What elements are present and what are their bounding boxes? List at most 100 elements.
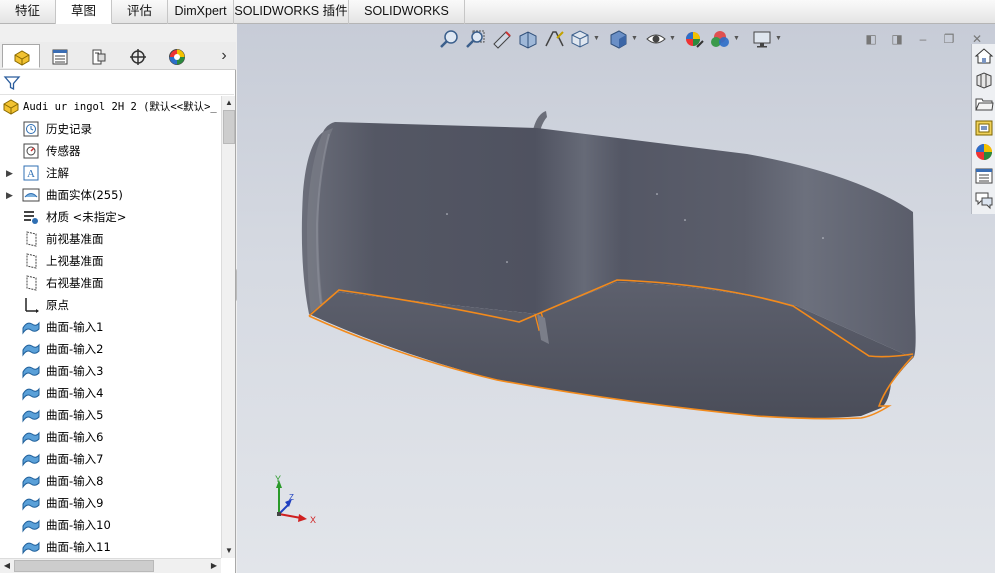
surface-bodies-icon <box>22 187 40 203</box>
feature-manager-panel: › Audi ur ingol 2H 2 (默认<<默认>_ 历史记录 传感器 ▶ A… <box>0 42 236 573</box>
tree-item[interactable]: 曲面-输入9 <box>0 492 220 514</box>
tree-item[interactable]: 曲面-输入6 <box>0 426 220 448</box>
filter-icon[interactable] <box>3 74 21 92</box>
tree-root-label: Audi ur ingol 2H 2 (默认<<默认>_ <box>23 101 217 113</box>
configuration-manager-tab[interactable] <box>79 44 117 68</box>
sensor-icon <box>22 143 40 159</box>
triad-z-label: Z <box>289 493 294 502</box>
feature-tree: Audi ur ingol 2H 2 (默认<<默认>_ 历史记录传感器 ▶ A 注解… <box>0 96 220 558</box>
plane-icon <box>22 253 40 269</box>
tab-features[interactable]: 特征 <box>0 0 56 24</box>
tree-item-label: 材质 <未指定> <box>46 210 127 224</box>
tree-item[interactable]: 曲面-输入2 <box>0 338 220 360</box>
tree-item-label: 历史记录 <box>46 122 92 136</box>
imported-surface-icon <box>22 473 40 489</box>
imported-surface-icon <box>22 319 40 335</box>
imported-surface-icon <box>22 495 40 511</box>
scroll-left-arrow-icon[interactable]: ◀ <box>0 559 14 573</box>
tree-item-label: 注解 <box>46 166 69 180</box>
tree-item[interactable]: 曲面-输入8 <box>0 470 220 492</box>
imported-surface-icon <box>22 407 40 423</box>
plane-icon <box>22 275 40 291</box>
tree-item[interactable]: 前视基准面 <box>0 228 220 250</box>
tree-item[interactable]: 传感器 <box>0 140 220 162</box>
tree-item-label: 曲面-输入10 <box>46 518 111 532</box>
scroll-down-arrow-icon[interactable]: ▼ <box>222 544 236 558</box>
panel-more-arrow[interactable]: › <box>216 46 232 66</box>
tree-item-label: 曲面-输入2 <box>46 342 104 356</box>
appearances-icon[interactable] <box>974 142 994 162</box>
expand-arrow-icon[interactable]: ▶ <box>6 162 14 184</box>
svg-text:A: A <box>27 168 35 180</box>
tree-item-label: 曲面-输入4 <box>46 386 104 400</box>
dimxpert-manager-icon <box>130 49 146 65</box>
property-manager-tab[interactable] <box>40 44 78 68</box>
task-pane <box>971 44 995 214</box>
display-manager-icon <box>169 49 185 65</box>
imported-surface-icon <box>22 517 40 533</box>
tree-item[interactable]: 曲面-输入4 <box>0 382 220 404</box>
dimxpert-manager-tab[interactable] <box>118 44 156 68</box>
panel-tab-bar: › <box>0 42 236 70</box>
horizontal-scroll-thumb[interactable] <box>14 560 154 572</box>
scroll-right-arrow-icon[interactable]: ▶ <box>207 559 221 573</box>
tree-item[interactable]: ▶ 曲面实体(255) <box>0 184 220 206</box>
history-icon <box>22 121 40 137</box>
model-bumper-surfaces[interactable] <box>237 24 995 573</box>
tree-item-label: 曲面-输入1 <box>46 320 104 334</box>
tree-item-label: 曲面-输入9 <box>46 496 104 510</box>
tree-item[interactable]: 曲面-输入11 <box>0 536 220 558</box>
view-palette-icon[interactable] <box>974 118 994 138</box>
tree-item-label: 曲面-输入6 <box>46 430 104 444</box>
tree-item[interactable]: ▶ A 注解 <box>0 162 220 184</box>
tree-item[interactable]: 曲面-输入5 <box>0 404 220 426</box>
tree-vertical-scrollbar[interactable]: ▲ ▼ <box>221 96 235 558</box>
tab-sketch[interactable]: 草图 <box>56 0 112 24</box>
tree-item-label: 右视基准面 <box>46 276 104 290</box>
tree-item[interactable]: 历史记录 <box>0 118 220 140</box>
scroll-up-arrow-icon[interactable]: ▲ <box>222 96 236 110</box>
tab-dimxpert[interactable]: DimXpert <box>168 0 234 24</box>
part-icon <box>2 99 20 115</box>
tree-item[interactable]: 原点 <box>0 294 220 316</box>
tree-filter-row[interactable] <box>0 71 234 95</box>
tree-horizontal-scrollbar[interactable]: ◀ ▶ <box>0 558 221 573</box>
tree-item[interactable]: 曲面-输入1 <box>0 316 220 338</box>
tab-solidworks-addins[interactable]: SOLIDWORKS 插件 <box>234 0 349 24</box>
tree-item-label: 传感器 <box>46 144 81 158</box>
file-explorer-icon[interactable] <box>974 94 994 114</box>
scroll-thumb[interactable] <box>223 110 235 144</box>
tab-evaluate[interactable]: 评估 <box>112 0 168 24</box>
display-manager-tab[interactable] <box>157 44 195 68</box>
plane-icon <box>22 231 40 247</box>
feature-manager-tab[interactable] <box>2 44 40 68</box>
configuration-manager-icon <box>92 49 106 65</box>
tree-item-label: 原点 <box>46 298 69 312</box>
tree-item-label: 曲面-输入11 <box>46 540 111 554</box>
parts-library-icon[interactable] <box>974 70 994 90</box>
graphics-area[interactable]: ▼ ▼ ▼ ▼ ▼ ◧ ◨ – ❐ ✕ Y X Z <box>237 24 995 573</box>
annotation-icon: A <box>22 165 40 181</box>
imported-surface-icon <box>22 539 40 555</box>
expand-arrow-icon[interactable]: ▶ <box>6 184 14 206</box>
tree-item-label: 上视基准面 <box>46 254 104 268</box>
tree-item[interactable]: 曲面-输入7 <box>0 448 220 470</box>
tree-item[interactable]: 曲面-输入3 <box>0 360 220 382</box>
imported-surface-icon <box>22 385 40 401</box>
home-icon[interactable] <box>974 46 994 66</box>
custom-properties-icon[interactable] <box>974 166 994 186</box>
forum-icon[interactable] <box>974 190 994 210</box>
tree-item[interactable]: 曲面-输入10 <box>0 514 220 536</box>
imported-surface-icon <box>22 363 40 379</box>
feature-manager-icon <box>14 50 30 66</box>
command-manager-tabs: 特征 草图 评估 DimXpert SOLIDWORKS 插件 SOLIDWOR… <box>0 0 995 41</box>
tab-solidworks-mbd[interactable]: SOLIDWORKS MBD <box>349 0 465 41</box>
tree-item[interactable]: 材质 <未指定> <box>0 206 220 228</box>
tree-item[interactable]: 上视基准面 <box>0 250 220 272</box>
imported-surface-icon <box>22 341 40 357</box>
imported-surface-icon <box>22 429 40 445</box>
tree-item[interactable]: 右视基准面 <box>0 272 220 294</box>
tree-root-part[interactable]: Audi ur ingol 2H 2 (默认<<默认>_ <box>0 96 220 118</box>
reference-triad: Y X Z <box>275 474 316 525</box>
tree-item-label: 曲面-输入5 <box>46 408 104 422</box>
